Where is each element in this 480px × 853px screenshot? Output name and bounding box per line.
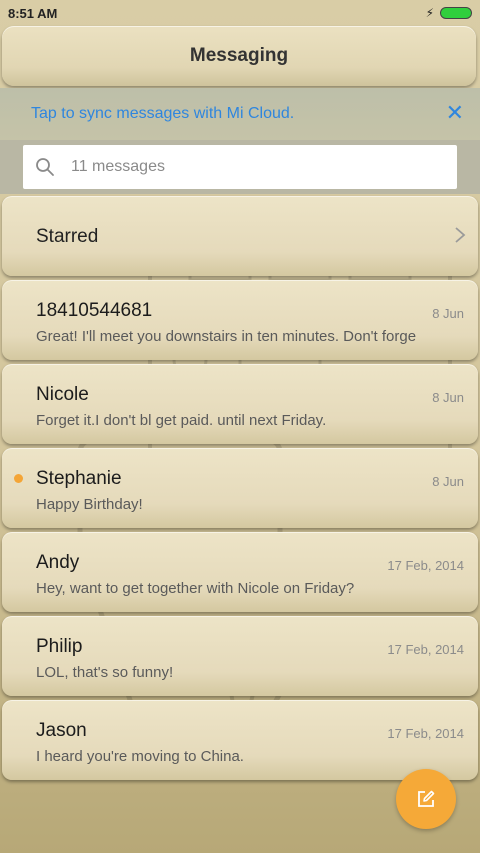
message-date: 17 Feb, 2014 — [387, 558, 464, 573]
message-date: 8 Jun — [432, 474, 464, 489]
contact-name: 18410544681 — [36, 300, 153, 321]
sync-banner[interactable]: Tap to sync messages with Mi Cloud. ✕ — [0, 88, 480, 140]
search-bar — [0, 140, 480, 194]
search-box[interactable] — [23, 145, 457, 189]
compose-icon — [418, 790, 435, 807]
contact-name: Stephanie — [36, 468, 122, 489]
message-preview: Happy Birthday! — [36, 496, 143, 513]
message-date: 8 Jun — [432, 390, 464, 405]
conversation-row[interactable]: Andy 17 Feb, 2014 Hey, want to get toget… — [2, 532, 478, 612]
starred-row[interactable]: Starred — [2, 196, 478, 276]
contact-name: Andy — [36, 552, 80, 573]
conversation-list: Starred 18410544681 8 Jun Great! I'll me… — [0, 196, 480, 784]
conversation-row[interactable]: Jason 17 Feb, 2014 I heard you're moving… — [2, 700, 478, 780]
message-preview: LOL, that's so funny! — [36, 664, 174, 681]
message-preview: Hey, want to get together with Nicole on… — [36, 580, 355, 597]
battery-icon — [440, 7, 472, 19]
conversation-row[interactable]: 18410544681 8 Jun Great! I'll meet you d… — [2, 280, 478, 360]
starred-label: Starred — [36, 226, 99, 247]
page-title: Messaging — [189, 45, 289, 66]
search-input[interactable] — [69, 157, 457, 177]
close-icon[interactable]: ✕ — [446, 103, 464, 125]
status-icons: ⚡ — [426, 7, 472, 19]
message-date: 17 Feb, 2014 — [387, 726, 464, 741]
status-bar: 8:51 AM ⚡ — [0, 0, 480, 26]
conversation-row[interactable]: Stephanie 8 Jun Happy Birthday! — [2, 448, 478, 528]
compose-button[interactable] — [396, 769, 456, 829]
message-date: 8 Jun — [432, 306, 464, 321]
conversation-row[interactable]: Philip 17 Feb, 2014 LOL, that's so funny… — [2, 616, 478, 696]
unread-dot — [14, 474, 23, 483]
conversation-row[interactable]: Nicole 8 Jun Forget it.I don't bl get pa… — [2, 364, 478, 444]
status-time: 8:51 AM — [8, 5, 58, 21]
app-header: Messaging — [2, 26, 476, 86]
message-preview: Forget it.I don't bl get paid. until nex… — [36, 412, 327, 429]
message-preview: I heard you're moving to China. — [36, 748, 244, 765]
contact-name: Nicole — [36, 384, 89, 405]
sync-banner-text[interactable]: Tap to sync messages with Mi Cloud. — [31, 105, 294, 123]
message-date: 17 Feb, 2014 — [387, 642, 464, 657]
chevron-right-icon — [455, 227, 466, 243]
message-preview: Great! I'll meet you downstairs in ten m… — [36, 328, 417, 345]
contact-name: Philip — [36, 636, 83, 657]
search-icon — [36, 158, 54, 176]
bolt-icon: ⚡ — [425, 6, 434, 20]
contact-name: Jason — [36, 720, 87, 741]
